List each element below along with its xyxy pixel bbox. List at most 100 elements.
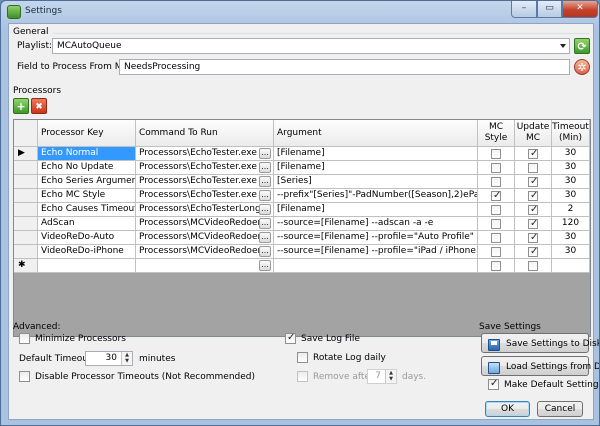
checkbox-box[interactable] bbox=[19, 371, 30, 382]
checkbox-box[interactable] bbox=[297, 371, 308, 382]
checkbox-box[interactable] bbox=[297, 352, 308, 363]
command-cell[interactable]: Processors\MCVideoRedoer....... bbox=[136, 245, 274, 259]
processor-key-cell[interactable]: Echo No Update bbox=[38, 161, 136, 175]
update-mc-checkbox[interactable] bbox=[528, 176, 538, 187]
command-cell[interactable]: Processors\MCVideoRedoer....... bbox=[136, 217, 274, 231]
browse-command-button[interactable]: ... bbox=[259, 176, 271, 187]
refresh-playlists-icon[interactable]: ⟳ bbox=[574, 38, 590, 54]
update-mc-checkbox[interactable] bbox=[528, 218, 538, 229]
spinner-arrows-icon[interactable]: ▲ ▼ bbox=[385, 370, 396, 383]
browse-command-button[interactable]: ... bbox=[259, 218, 271, 229]
add-processor-icon[interactable]: + bbox=[13, 98, 29, 114]
argument-cell[interactable]: --prefix"[Series]"-PadNumber([Season],2)… bbox=[274, 189, 478, 203]
table-row[interactable]: VideoReDo-Auto Processors\MCVideoRedoer..… bbox=[14, 231, 590, 245]
remove-processor-icon[interactable]: ✖ bbox=[31, 98, 47, 114]
column-header-argument[interactable]: Argument bbox=[274, 120, 478, 147]
row-header[interactable] bbox=[14, 161, 38, 175]
remove-after-checkbox[interactable]: Remove after bbox=[297, 371, 374, 382]
timeout-cell[interactable]: 30 bbox=[552, 147, 590, 161]
disable-timeouts-checkbox[interactable]: Disable Processor Timeouts (Not Recommen… bbox=[19, 371, 255, 382]
argument-cell[interactable]: [Series] bbox=[274, 175, 478, 189]
checkbox-box[interactable] bbox=[488, 378, 499, 390]
update-mc-checkbox[interactable] bbox=[528, 246, 538, 257]
browse-command-button[interactable]: ... bbox=[259, 162, 271, 173]
processor-key-cell[interactable]: Echo MC Style bbox=[38, 189, 136, 203]
mc-style-checkbox[interactable] bbox=[491, 233, 501, 243]
argument-cell[interactable]: [Filename] bbox=[274, 147, 478, 161]
remove-after-spinner[interactable]: 7 ▲ ▼ bbox=[367, 369, 397, 384]
command-cell[interactable]: Processors\EchoTester.exe... bbox=[136, 189, 274, 203]
column-header-mc-style[interactable]: MC Style bbox=[478, 120, 515, 147]
make-default-checkbox[interactable]: Make Default Settings bbox=[488, 378, 599, 390]
mc-style-checkbox[interactable] bbox=[491, 163, 501, 173]
command-cell[interactable]: Processors\EchoTester.exe... bbox=[136, 147, 274, 161]
argument-cell[interactable]: --source=[Filename] --adscan -a -e bbox=[274, 217, 478, 231]
row-header[interactable]: ✱ bbox=[14, 259, 38, 273]
column-header-command[interactable]: Command To Run bbox=[136, 120, 274, 147]
save-log-checkbox[interactable]: Save Log File bbox=[285, 332, 360, 344]
command-cell[interactable]: Processors\MCVideoRedoer....... bbox=[136, 231, 274, 245]
mc-style-checkbox[interactable] bbox=[491, 261, 501, 271]
browse-command-button[interactable]: ... bbox=[259, 148, 271, 159]
timeout-cell[interactable]: 2 bbox=[552, 203, 590, 217]
mc-style-checkbox[interactable] bbox=[491, 247, 501, 257]
title-bar[interactable]: Settings – ▭ ✕ bbox=[1, 1, 599, 23]
cancel-button[interactable]: Cancel bbox=[537, 401, 583, 417]
browse-command-button[interactable]: ... bbox=[259, 246, 271, 257]
command-cell[interactable]: Processors\EchoTester.exe... bbox=[136, 175, 274, 189]
minimize-processors-checkbox[interactable]: Minimize Processors bbox=[19, 333, 126, 344]
row-header[interactable] bbox=[14, 175, 38, 189]
browse-command-button[interactable]: ... bbox=[259, 260, 271, 271]
spinner-arrows-icon[interactable]: ▲ ▼ bbox=[121, 352, 132, 365]
browse-command-button[interactable]: ... bbox=[259, 204, 271, 215]
mc-style-checkbox[interactable] bbox=[491, 219, 501, 229]
timeout-cell[interactable] bbox=[552, 259, 590, 273]
argument-cell[interactable]: [Filename] bbox=[274, 203, 478, 217]
column-header-processor-key[interactable]: Processor Key bbox=[38, 120, 136, 147]
maximize-button[interactable]: ▭ bbox=[537, 1, 562, 18]
column-header-timeout[interactable]: Timeout (Min) bbox=[552, 120, 590, 147]
update-mc-checkbox[interactable] bbox=[528, 232, 538, 243]
processor-key-cell[interactable]: Echo Causes Timeout bbox=[38, 203, 136, 217]
processor-key-cell[interactable]: VideoReDo-iPhone bbox=[38, 245, 136, 259]
update-mc-checkbox[interactable] bbox=[528, 163, 538, 173]
table-row[interactable]: ✱... bbox=[14, 259, 590, 273]
mc-style-checkbox[interactable] bbox=[491, 190, 501, 201]
close-button[interactable]: ✕ bbox=[562, 1, 598, 18]
update-mc-checkbox[interactable] bbox=[528, 204, 538, 215]
row-header[interactable] bbox=[14, 189, 38, 203]
timeout-cell[interactable]: 30 bbox=[552, 189, 590, 203]
browse-command-button[interactable]: ... bbox=[259, 190, 271, 201]
playlist-combobox[interactable]: MCAutoQueue bbox=[52, 38, 570, 54]
command-cell[interactable]: Processors\EchoTester.exe... bbox=[136, 161, 274, 175]
row-header[interactable] bbox=[14, 203, 38, 217]
timeout-cell[interactable]: 30 bbox=[552, 231, 590, 245]
argument-cell[interactable] bbox=[274, 259, 478, 273]
load-settings-button[interactable]: Load Settings from Disk bbox=[481, 356, 599, 376]
processor-key-cell[interactable]: VideoReDo-Auto bbox=[38, 231, 136, 245]
save-settings-button[interactable]: Save Settings to Disk bbox=[481, 333, 599, 353]
field-to-process-input[interactable]: NeedsProcessing bbox=[119, 59, 570, 75]
browse-command-button[interactable]: ... bbox=[259, 232, 271, 243]
argument-cell[interactable]: [Filename] bbox=[274, 161, 478, 175]
argument-cell[interactable]: --source=[Filename] --profile="Auto Prof… bbox=[274, 231, 478, 245]
table-row[interactable]: VideoReDo-iPhone Processors\MCVideoRedoer… bbox=[14, 245, 590, 259]
processor-key-cell[interactable] bbox=[38, 259, 136, 273]
timeout-cell[interactable]: 30 bbox=[552, 245, 590, 259]
update-mc-checkbox[interactable] bbox=[528, 148, 538, 159]
minimize-button[interactable]: – bbox=[511, 1, 537, 18]
table-row[interactable]: ▶ Echo Normal Processors\EchoTester.exe...… bbox=[14, 147, 590, 161]
mc-style-checkbox[interactable] bbox=[491, 177, 501, 187]
checkbox-box[interactable] bbox=[285, 332, 296, 344]
table-row[interactable]: Echo Causes Timeout Processors\EchoTester… bbox=[14, 203, 590, 217]
update-mc-checkbox[interactable] bbox=[528, 190, 538, 201]
checkbox-box[interactable] bbox=[19, 333, 30, 344]
table-row[interactable]: Echo Series Argument Processors\EchoTeste… bbox=[14, 175, 590, 189]
column-header-update-mc[interactable]: Update MC bbox=[515, 120, 552, 147]
processor-key-cell[interactable]: Echo Series Argument bbox=[38, 175, 136, 189]
rotate-log-checkbox[interactable]: Rotate Log daily bbox=[297, 352, 386, 363]
mc-style-checkbox[interactable] bbox=[491, 149, 501, 159]
command-cell[interactable]: Processors\EchoTesterLong...... bbox=[136, 203, 274, 217]
table-row[interactable]: AdScan Processors\MCVideoRedoer....... --s… bbox=[14, 217, 590, 231]
timeout-cell[interactable]: 30 bbox=[552, 175, 590, 189]
